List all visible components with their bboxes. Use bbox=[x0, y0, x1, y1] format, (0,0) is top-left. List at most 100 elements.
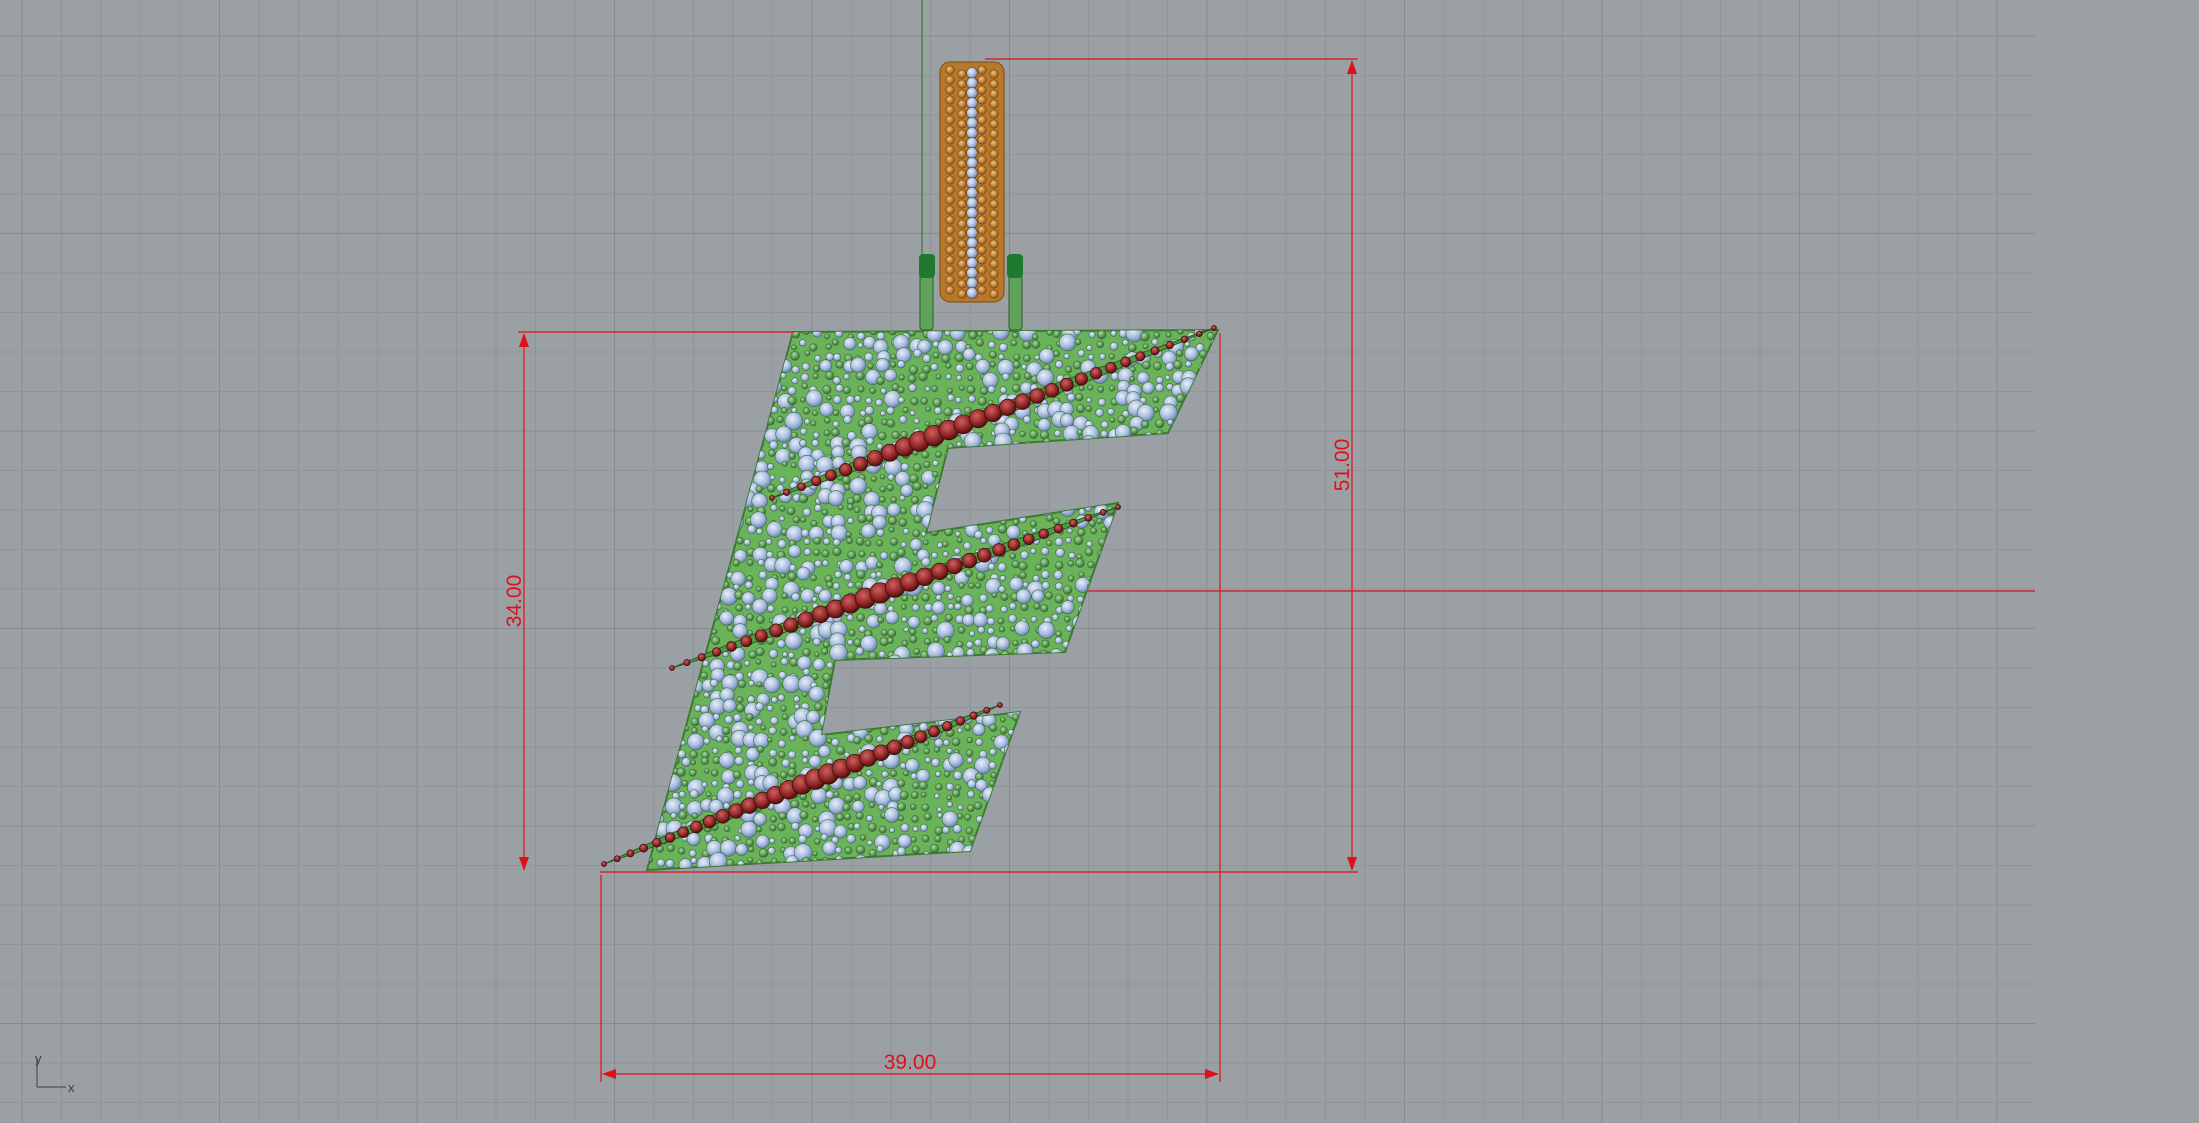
pave-stone bbox=[889, 596, 896, 603]
pave-stone bbox=[923, 460, 931, 469]
bail-stone bbox=[989, 149, 999, 159]
pave-stone bbox=[837, 504, 844, 511]
pave-stone bbox=[736, 418, 747, 429]
ruby-stone bbox=[914, 730, 928, 744]
pave-stone bbox=[746, 405, 757, 415]
pave-stone bbox=[768, 648, 779, 659]
pave-stone bbox=[1068, 551, 1076, 560]
pave-stone bbox=[1183, 567, 1202, 586]
viewport-canvas[interactable]: 51.00 34.00 39.00 y x bbox=[0, 0, 2199, 1123]
pave-stone bbox=[701, 781, 708, 788]
pave-stone bbox=[1035, 453, 1042, 461]
pave-stone bbox=[690, 857, 698, 865]
pave-stone bbox=[677, 394, 686, 403]
pave-stone bbox=[635, 812, 643, 820]
pave-stone bbox=[768, 748, 778, 758]
pave-stone bbox=[751, 598, 768, 615]
pave-stone bbox=[1065, 537, 1072, 544]
pave-stone bbox=[1078, 779, 1086, 787]
pave-stone bbox=[788, 837, 797, 845]
pave-stone bbox=[907, 615, 921, 629]
pave-stone bbox=[638, 861, 645, 868]
pave-stone bbox=[821, 559, 829, 567]
pave-stone bbox=[856, 332, 866, 341]
pave-stone bbox=[669, 440, 677, 448]
pave-stone bbox=[1154, 595, 1163, 603]
pave-stone bbox=[751, 492, 768, 510]
pave-stone bbox=[855, 646, 865, 656]
pave-stone bbox=[1195, 619, 1202, 626]
bail-center-stone bbox=[966, 107, 978, 119]
pave-stone bbox=[1165, 816, 1174, 825]
pave-stone bbox=[1053, 443, 1060, 450]
bail-stone bbox=[989, 189, 999, 199]
pave-stone bbox=[1044, 717, 1052, 725]
pave-stone bbox=[1109, 761, 1118, 770]
bail-stone bbox=[977, 195, 987, 205]
pave-stone bbox=[1141, 506, 1150, 516]
pave-stone bbox=[879, 473, 886, 480]
pave-stone bbox=[1031, 680, 1038, 687]
pave-stone bbox=[1119, 634, 1135, 650]
ruby-stone bbox=[825, 469, 837, 482]
pave-stone bbox=[732, 770, 742, 780]
ruby-stone bbox=[930, 562, 949, 581]
pave-stone bbox=[810, 420, 817, 427]
pave-stone bbox=[1121, 795, 1128, 801]
pave-stone bbox=[1063, 835, 1074, 846]
pave-stone bbox=[1021, 452, 1028, 459]
pave-stone bbox=[745, 838, 754, 847]
rhino-viewport[interactable]: 51.00 34.00 39.00 y x bbox=[0, 0, 2199, 1123]
pave-stone bbox=[810, 787, 828, 805]
ruby-stone bbox=[811, 475, 822, 487]
pave-stone bbox=[932, 351, 940, 359]
pave-stone bbox=[1198, 551, 1207, 560]
pave-stone bbox=[1175, 814, 1185, 824]
bail-stone bbox=[977, 235, 987, 245]
pave-stone bbox=[1127, 830, 1144, 847]
pave-stone bbox=[686, 416, 703, 433]
pave-stone bbox=[826, 394, 832, 401]
pave-stone bbox=[1054, 537, 1064, 547]
pave-stone bbox=[677, 601, 694, 618]
ruby-stone bbox=[1211, 325, 1217, 331]
bail-stone bbox=[977, 155, 987, 165]
pave-stone bbox=[781, 713, 789, 721]
pave-stone bbox=[1013, 464, 1020, 471]
pave-stone bbox=[647, 488, 649, 506]
pave-stone bbox=[909, 410, 916, 417]
pave-stone bbox=[997, 524, 1008, 534]
pave-stone bbox=[1099, 353, 1106, 360]
bail-stone bbox=[957, 279, 967, 289]
pave-stone bbox=[814, 702, 823, 712]
pave-stone bbox=[1209, 353, 1217, 362]
pave-stone bbox=[1164, 712, 1173, 722]
pave-stone bbox=[1015, 588, 1032, 604]
pave-stone bbox=[647, 375, 654, 385]
pave-stone bbox=[910, 397, 919, 406]
pave-stone bbox=[899, 704, 910, 714]
pave-stone bbox=[1069, 851, 1087, 870]
pave-stone bbox=[991, 836, 999, 844]
pave-stone bbox=[1151, 557, 1161, 567]
pave-stone bbox=[1217, 849, 1218, 857]
pave-stone bbox=[725, 525, 734, 533]
pave-stone bbox=[649, 727, 657, 735]
pave-stone bbox=[902, 770, 909, 777]
ruby-stone bbox=[740, 635, 753, 648]
pave-stone bbox=[1185, 650, 1192, 657]
pave-stone bbox=[1010, 810, 1020, 820]
pave-stone bbox=[672, 431, 679, 438]
pave-stone bbox=[1199, 649, 1208, 659]
pave-stone bbox=[973, 801, 983, 811]
letter-e-pendant[interactable] bbox=[601, 61, 1235, 873]
pave-stone bbox=[1079, 714, 1086, 720]
pave-stone bbox=[670, 484, 678, 491]
pave-stone bbox=[1115, 855, 1133, 870]
pave-stone bbox=[1149, 617, 1160, 627]
pave-stone bbox=[781, 460, 788, 467]
pave-stone bbox=[830, 524, 848, 542]
pave-stone bbox=[1056, 492, 1066, 502]
pave-stone bbox=[703, 372, 711, 379]
pave-stone bbox=[913, 418, 920, 425]
